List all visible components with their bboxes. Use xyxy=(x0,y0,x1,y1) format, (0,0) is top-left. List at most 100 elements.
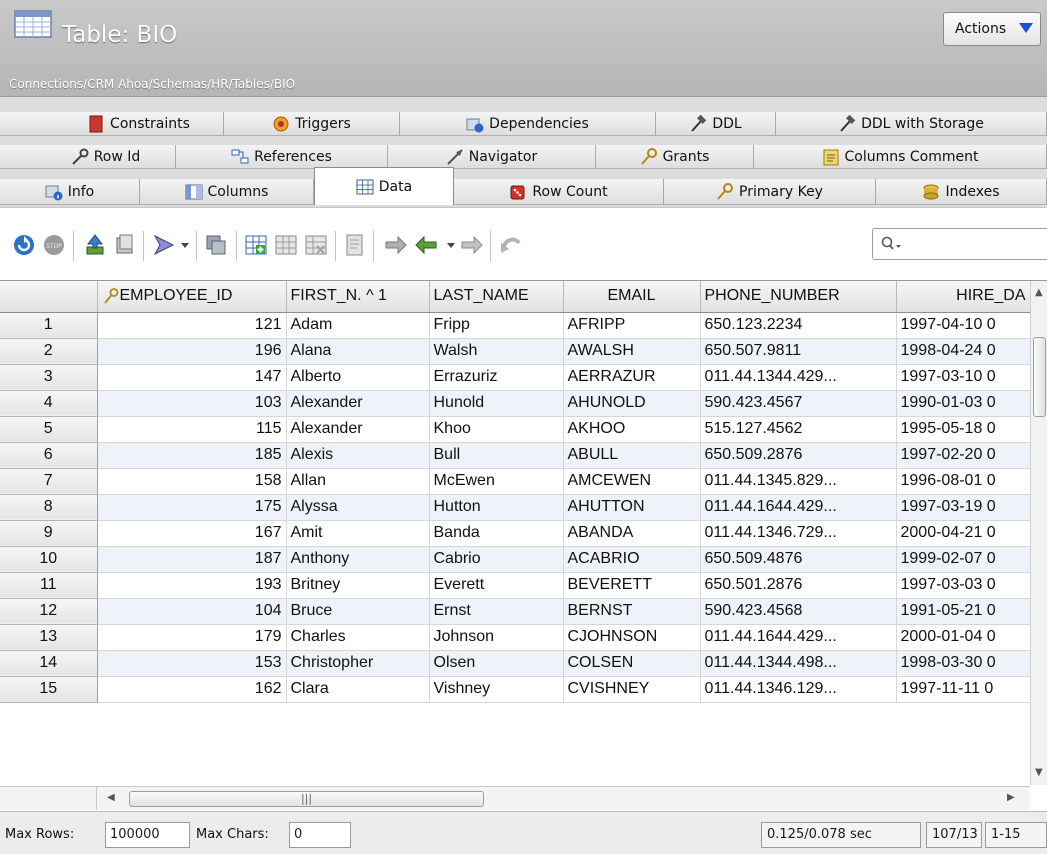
table-row[interactable]: 9 167 Amit Banda ABANDA 011.44.1346.729... 200… xyxy=(0,520,1031,547)
cell-last-name[interactable]: Vishney xyxy=(429,676,564,703)
cell-first-name[interactable]: Christopher xyxy=(286,650,430,677)
scroll-down-icon[interactable]: ▼ xyxy=(1035,767,1043,778)
cell-hire-date[interactable]: 1990-01-03 0 xyxy=(896,390,1031,417)
cell-phone-number[interactable]: 011.44.1345.829... xyxy=(700,468,897,495)
single-record-icon[interactable] xyxy=(343,233,367,257)
tab-dependencies[interactable]: Dependencies xyxy=(400,112,656,136)
cell-first-name[interactable]: Anthony xyxy=(286,546,430,573)
cell-employee-id[interactable]: 104 xyxy=(97,598,287,625)
cell-first-name[interactable]: Alana xyxy=(286,338,430,365)
max-rows-input[interactable]: 100000 xyxy=(105,822,190,848)
cell-employee-id[interactable]: 187 xyxy=(97,546,287,573)
cell-email[interactable]: CVISHNEY xyxy=(563,676,701,703)
tab-columns-comment[interactable]: Columns Comment xyxy=(754,145,1047,169)
cell-hire-date[interactable]: 2000-04-21 0 xyxy=(896,520,1031,547)
table-row[interactable]: 13 179 Charles Johnson CJOHNSON 011.44.1644.4… xyxy=(0,624,1031,651)
commit-icon[interactable] xyxy=(83,233,107,257)
cell-hire-date[interactable]: 2000-01-04 0 xyxy=(896,624,1031,651)
table-row[interactable]: 3 147 Alberto Errazuriz AERRAZUR 011.44.1344.… xyxy=(0,364,1031,391)
cell-employee-id[interactable]: 162 xyxy=(97,676,287,703)
cell-employee-id[interactable]: 196 xyxy=(97,338,287,365)
export-icon[interactable] xyxy=(384,233,408,257)
cell-row-number[interactable]: 15 xyxy=(0,676,98,703)
cell-first-name[interactable]: Alexis xyxy=(286,442,430,469)
tab-triggers[interactable]: Triggers xyxy=(224,112,400,136)
horizontal-scrollbar[interactable]: ◀ ||| ▶ xyxy=(97,786,1030,810)
cell-phone-number[interactable]: 011.44.1344.498... xyxy=(700,650,897,677)
cell-email[interactable]: AWALSH xyxy=(563,338,701,365)
cell-email[interactable]: BERNST xyxy=(563,598,701,625)
cell-employee-id[interactable]: 121 xyxy=(97,312,287,339)
actions-button[interactable]: Actions xyxy=(943,12,1041,46)
cell-email[interactable]: AMCEWEN xyxy=(563,468,701,495)
cell-employee-id[interactable]: 179 xyxy=(97,624,287,651)
cell-employee-id[interactable]: 103 xyxy=(97,390,287,417)
cell-phone-number[interactable]: 011.44.1344.429... xyxy=(700,364,897,391)
cell-phone-number[interactable]: 515.127.4562 xyxy=(700,416,897,443)
tab-primary-key[interactable]: Primary Key xyxy=(664,179,876,205)
cell-phone-number[interactable]: 650.509.4876 xyxy=(700,546,897,573)
table-row[interactable]: 11 193 Britney Everett BEVERETT 650.501.2876 1… xyxy=(0,572,1031,599)
cell-employee-id[interactable]: 115 xyxy=(97,416,287,443)
cell-phone-number[interactable]: 011.44.1644.429... xyxy=(700,624,897,651)
cell-email[interactable]: AKHOO xyxy=(563,416,701,443)
horizontal-scroll-thumb[interactable]: ||| xyxy=(129,791,484,807)
table-row[interactable]: 2 196 Alana Walsh AWALSH 650.507.9811 1998-04-… xyxy=(0,338,1031,365)
cell-email[interactable]: ABULL xyxy=(563,442,701,469)
tab-data[interactable]: Data xyxy=(314,167,454,205)
cell-employee-id[interactable]: 175 xyxy=(97,494,287,521)
cell-hire-date[interactable]: 1998-04-24 0 xyxy=(896,338,1031,365)
vertical-scrollbar[interactable]: ▲ ▼ xyxy=(1030,281,1047,785)
cell-last-name[interactable]: Olsen xyxy=(429,650,564,677)
cell-first-name[interactable]: Alberto xyxy=(286,364,430,391)
column-header-email[interactable]: EMAIL xyxy=(563,281,701,313)
tab-constraints[interactable]: Constraints xyxy=(54,112,224,136)
insert-row-icon[interactable] xyxy=(244,233,268,257)
cell-phone-number[interactable]: 650.501.2876 xyxy=(700,572,897,599)
next-icon[interactable] xyxy=(460,233,484,257)
chevron-down-icon[interactable] xyxy=(447,243,455,248)
cell-hire-date[interactable]: 1991-05-21 0 xyxy=(896,598,1031,625)
cell-email[interactable]: COLSEN xyxy=(563,650,701,677)
cell-row-number[interactable]: 12 xyxy=(0,598,98,625)
cell-phone-number[interactable]: 650.123.2234 xyxy=(700,312,897,339)
scroll-right-icon[interactable]: ▶ xyxy=(1007,792,1015,803)
delete-row-icon[interactable] xyxy=(304,233,328,257)
cell-email[interactable]: BEVERETT xyxy=(563,572,701,599)
cell-hire-date[interactable]: 1995-05-18 0 xyxy=(896,416,1031,443)
cell-last-name[interactable]: Bull xyxy=(429,442,564,469)
vertical-scroll-thumb[interactable] xyxy=(1033,337,1046,417)
cell-row-number[interactable]: 7 xyxy=(0,468,98,495)
column-header-first-name[interactable]: FIRST_N. ^ 1 xyxy=(286,281,430,313)
scroll-left-icon[interactable]: ◀ xyxy=(107,792,115,803)
column-header-last-name[interactable]: LAST_NAME xyxy=(429,281,564,313)
cell-last-name[interactable]: Errazuriz xyxy=(429,364,564,391)
tab-info[interactable]: Info xyxy=(0,179,140,205)
cell-hire-date[interactable]: 1996-08-01 0 xyxy=(896,468,1031,495)
cell-row-number[interactable]: 5 xyxy=(0,416,98,443)
cell-last-name[interactable]: Hutton xyxy=(429,494,564,521)
cell-first-name[interactable]: Alyssa xyxy=(286,494,430,521)
cell-last-name[interactable]: Johnson xyxy=(429,624,564,651)
cell-first-name[interactable]: Bruce xyxy=(286,598,430,625)
cell-first-name[interactable]: Clara xyxy=(286,676,430,703)
table-row[interactable]: 12 104 Bruce Ernst BERNST 590.423.4568 1991-05… xyxy=(0,598,1031,625)
import-icon[interactable] xyxy=(414,233,438,257)
cell-last-name[interactable]: Hunold xyxy=(429,390,564,417)
table-row[interactable]: 4 103 Alexander Hunold AHUNOLD 590.423.4567 19… xyxy=(0,390,1031,417)
tab-columns[interactable]: Columns xyxy=(140,179,314,205)
cell-hire-date[interactable]: 1997-02-20 0 xyxy=(896,442,1031,469)
table-row[interactable]: 10 187 Anthony Cabrio ACABRIO 650.509.4876 199… xyxy=(0,546,1031,573)
cell-phone-number[interactable]: 011.44.1346.129... xyxy=(700,676,897,703)
cell-employee-id[interactable]: 158 xyxy=(97,468,287,495)
cell-employee-id[interactable]: 153 xyxy=(97,650,287,677)
cell-email[interactable]: CJOHNSON xyxy=(563,624,701,651)
cell-employee-id[interactable]: 167 xyxy=(97,520,287,547)
copy-icon[interactable] xyxy=(204,233,228,257)
cell-row-number[interactable]: 6 xyxy=(0,442,98,469)
tab-ddl[interactable]: DDL xyxy=(656,112,776,136)
cell-hire-date[interactable]: 1997-03-03 0 xyxy=(896,572,1031,599)
cell-first-name[interactable]: Alexander xyxy=(286,416,430,443)
cell-last-name[interactable]: Walsh xyxy=(429,338,564,365)
cell-last-name[interactable]: Fripp xyxy=(429,312,564,339)
